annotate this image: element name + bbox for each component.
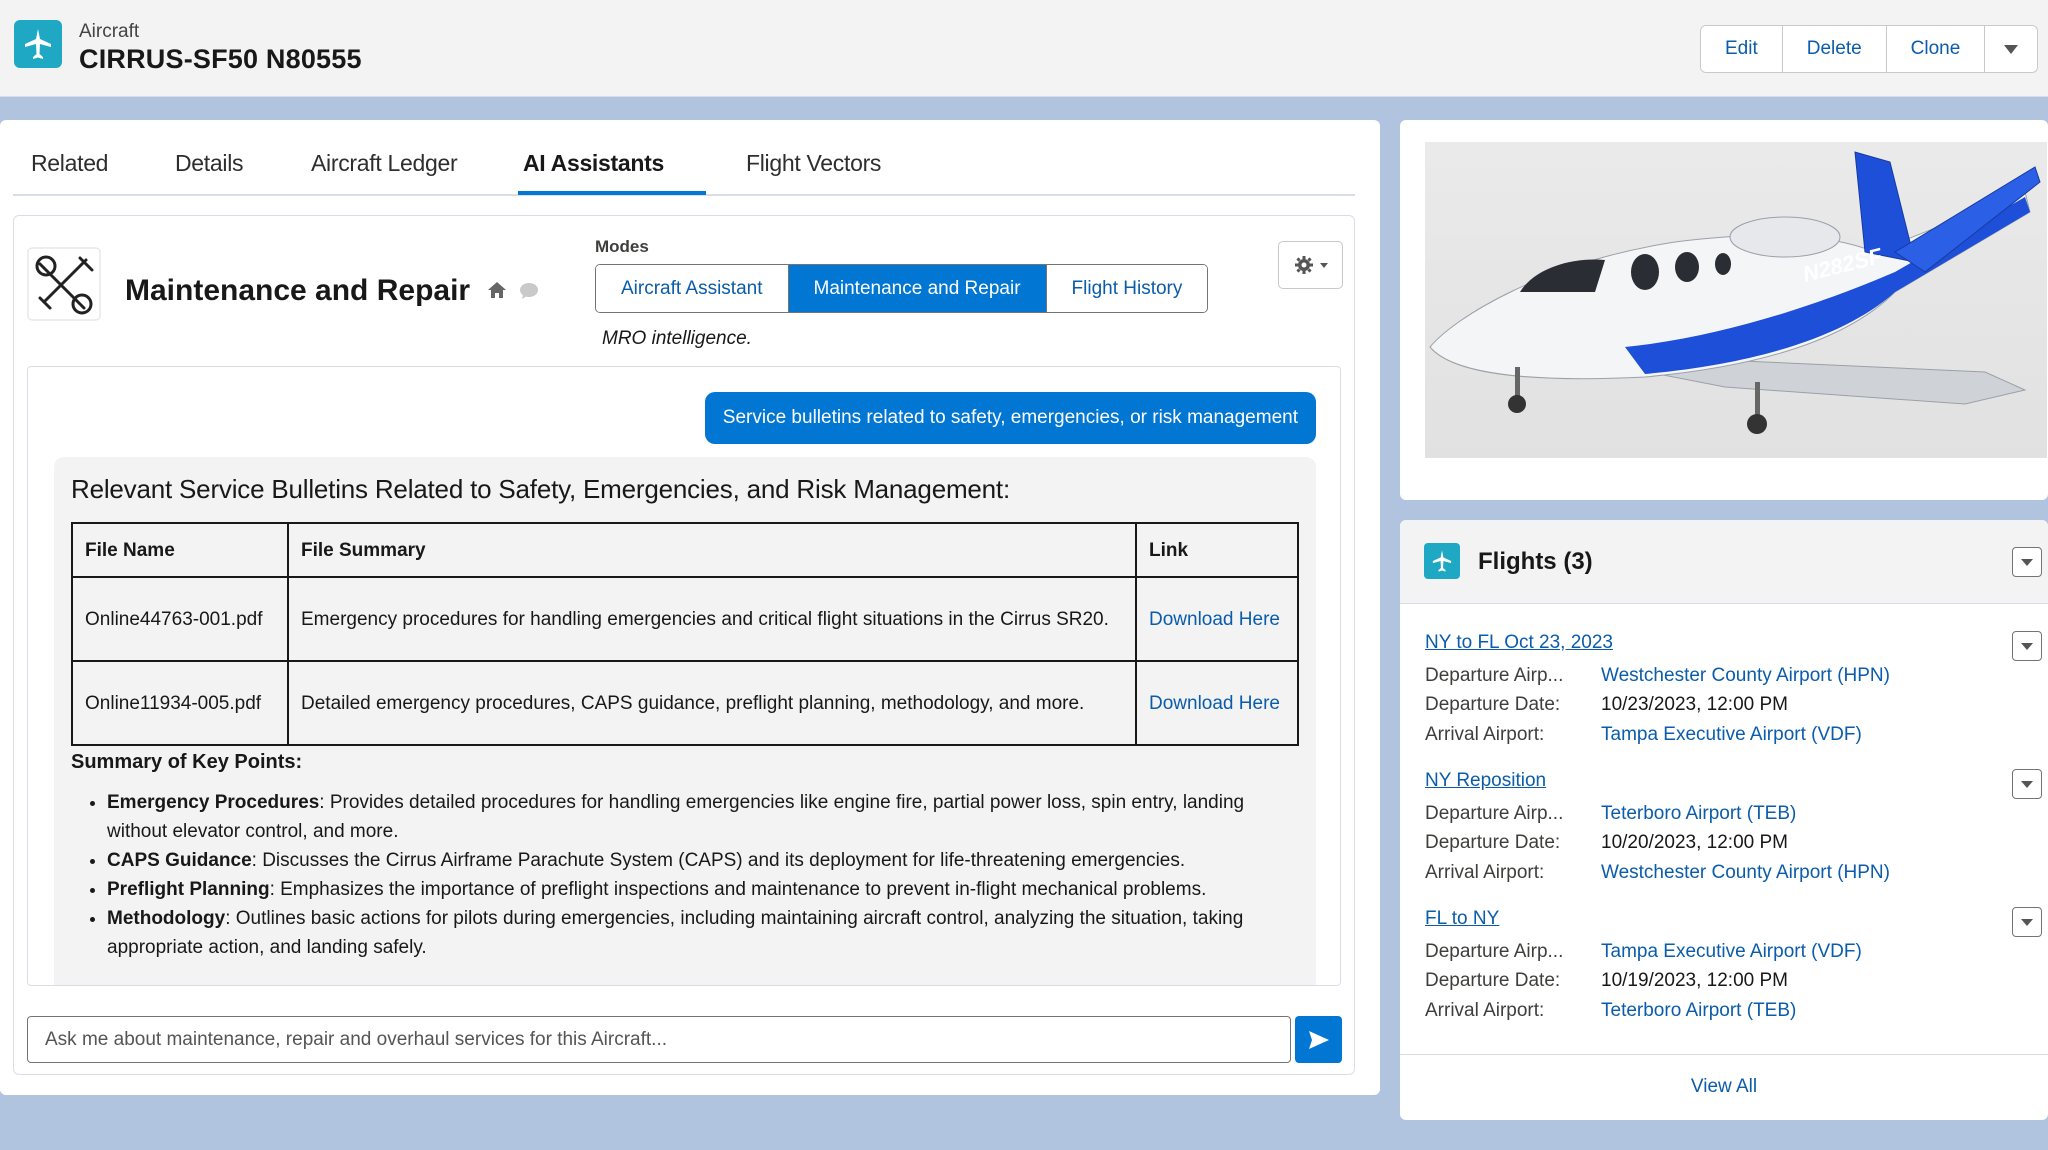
mode-flight-history[interactable]: Flight History: [1046, 265, 1208, 312]
chat-input[interactable]: Ask me about maintenance, repair and ove…: [27, 1016, 1291, 1063]
column-header: Link: [1135, 522, 1299, 578]
file-summary-cell: Emergency procedures for handling emerge…: [287, 576, 1137, 662]
clone-button[interactable]: Clone: [1886, 26, 1986, 72]
chevron-down-icon: [2021, 780, 2033, 788]
arrival-airport-link[interactable]: Westchester County Airport (HPN): [1601, 862, 1890, 884]
download-link[interactable]: Download Here: [1149, 693, 1280, 714]
mode-aircraft-assistant[interactable]: Aircraft Assistant: [596, 265, 789, 312]
list-item: NY to FL Oct 23, 2023 Departure Airp... W…: [1425, 632, 2025, 750]
field-label: Arrival Airport:: [1425, 723, 1545, 745]
tab-ai-assistants[interactable]: AI Assistants: [523, 150, 664, 177]
file-summary-cell: Detailed emergency procedures, CAPS guid…: [287, 660, 1137, 746]
table-row: Online11934-005.pdf Detailed emergency p…: [71, 660, 1299, 746]
chevron-down-icon: [1319, 262, 1328, 268]
flight-link[interactable]: NY Reposition: [1425, 770, 2025, 792]
record-header: Aircraft CIRRUS-SF50 N80555 Edit Delete …: [0, 0, 2048, 97]
edit-button[interactable]: Edit: [1701, 26, 1783, 72]
chat-bubble-icon[interactable]: [519, 282, 539, 305]
gear-icon: [1294, 256, 1313, 274]
row-actions-button[interactable]: [2012, 631, 2042, 661]
mode-maintenance-and-repair[interactable]: Maintenance and Repair: [788, 265, 1047, 312]
departure-date: 10/19/2023, 12:00 PM: [1601, 970, 1788, 992]
arrival-airport-link[interactable]: Teterboro Airport (TEB): [1601, 1000, 1796, 1022]
list-item: Preflight Planning: Emphasizes the impor…: [107, 875, 1299, 904]
flights-related-list: Flights (3) NY to FL Oct 23, 2023 Depart…: [1400, 520, 2048, 1120]
download-link[interactable]: Download Here: [1149, 609, 1280, 630]
field-label: Departure Date:: [1425, 832, 1561, 854]
summary-title: Summary of Key Points:: [71, 751, 303, 773]
departure-airport-link[interactable]: Teterboro Airport (TEB): [1601, 803, 1796, 825]
chevron-down-icon: [2021, 558, 2033, 566]
settings-menu-button[interactable]: [1278, 241, 1343, 289]
field-label: Departure Date:: [1425, 694, 1561, 716]
aircraft-image-card: N282SF: [1400, 120, 2048, 500]
aircraft-photo: N282SF: [1425, 142, 2047, 458]
field-label: Departure Airp...: [1425, 802, 1564, 824]
user-message: Service bulletins related to safety, eme…: [704, 392, 1316, 444]
response-heading: Relevant Service Bulletins Related to Sa…: [71, 474, 1010, 504]
home-icon[interactable]: [487, 280, 507, 305]
row-actions-button[interactable]: [2012, 769, 2042, 799]
list-item: Emergency Procedures: Provides detailed …: [107, 788, 1299, 846]
flight-link[interactable]: NY to FL Oct 23, 2023: [1425, 632, 2025, 654]
mode-selector: Aircraft Assistant Maintenance and Repai…: [595, 264, 1209, 313]
view-all-link[interactable]: View All: [1400, 1076, 2048, 1098]
column-header: File Summary: [287, 522, 1137, 578]
departure-airport-link[interactable]: Tampa Executive Airport (VDF): [1601, 941, 1862, 963]
chevron-down-icon: [2021, 918, 2033, 926]
record-title: CIRRUS-SF50 N80555: [79, 44, 362, 74]
list-item: NY Reposition Departure Airp... Teterboro…: [1425, 770, 2025, 888]
object-type-label: Aircraft: [79, 21, 140, 42]
field-label: Departure Date:: [1425, 970, 1561, 992]
tab-flight-vectors[interactable]: Flight Vectors: [746, 150, 881, 177]
arrival-airport-link[interactable]: Tampa Executive Airport (VDF): [1601, 724, 1862, 746]
flight-link[interactable]: FL to NY: [1425, 908, 2025, 930]
divider: [1400, 1054, 2048, 1055]
delete-button[interactable]: Delete: [1782, 26, 1887, 72]
assistant-title: Maintenance and Repair: [125, 274, 471, 307]
departure-airport-link[interactable]: Westchester County Airport (HPN): [1601, 665, 1890, 687]
tab-details[interactable]: Details: [175, 150, 244, 177]
column-header: File Name: [71, 522, 289, 578]
table-row: Online44763-001.pdf Emergency procedures…: [71, 576, 1299, 662]
field-label: Departure Airp...: [1425, 664, 1564, 686]
chevron-down-icon: [2021, 642, 2033, 650]
assistant-response: Relevant Service Bulletins Related to Sa…: [54, 457, 1316, 985]
field-label: Arrival Airport:: [1425, 999, 1545, 1021]
modes-label: Modes: [595, 237, 649, 256]
flights-header: Flights (3): [1400, 520, 2048, 604]
tab-bar: Related Details Aircraft Ledger AI Assis…: [13, 120, 1355, 196]
list-item: CAPS Guidance: Discusses the Cirrus Airf…: [107, 846, 1299, 875]
departure-date: 10/23/2023, 12:00 PM: [1601, 694, 1788, 716]
service-bulletins-table: File Name File Summary Link Online44763-…: [71, 522, 1299, 746]
airplane-icon: [14, 20, 62, 68]
field-label: Arrival Airport:: [1425, 861, 1545, 883]
tab-related[interactable]: Related: [31, 150, 108, 177]
flights-menu-button[interactable]: [2012, 547, 2042, 577]
departure-date: 10/20/2023, 12:00 PM: [1601, 832, 1788, 854]
more-actions-button[interactable]: [1985, 26, 2038, 72]
file-name-cell: Online11934-005.pdf: [71, 660, 289, 746]
ai-assistant-panel: Maintenance and Repair Modes Aircraft As…: [13, 215, 1355, 1075]
active-tab-indicator: [518, 191, 706, 195]
list-item: Methodology: Outlines basic actions for …: [107, 904, 1299, 962]
file-name-cell: Online44763-001.pdf: [71, 576, 289, 662]
flights-title: Flights (3): [1478, 548, 1593, 575]
airplane-icon: [1424, 543, 1460, 579]
mode-description: MRO intelligence.: [602, 328, 752, 349]
tab-aircraft-ledger[interactable]: Aircraft Ledger: [311, 150, 458, 177]
chevron-down-icon: [2004, 44, 2019, 54]
list-item: FL to NY Departure Airp... Tampa Executiv…: [1425, 908, 2025, 1026]
send-button[interactable]: [1295, 1016, 1342, 1063]
chat-transcript[interactable]: Service bulletins related to safety, eme…: [27, 366, 1341, 986]
main-tabset-card: Related Details Aircraft Ledger AI Assis…: [0, 120, 1380, 1095]
row-actions-button[interactable]: [2012, 907, 2042, 937]
send-icon: [1308, 1030, 1329, 1049]
field-label: Departure Airp...: [1425, 940, 1564, 962]
record-actions: Edit Delete Clone: [1700, 25, 2039, 73]
wrench-screwdriver-icon: [26, 246, 102, 322]
key-points-list: Emergency Procedures: Provides detailed …: [71, 788, 1299, 962]
